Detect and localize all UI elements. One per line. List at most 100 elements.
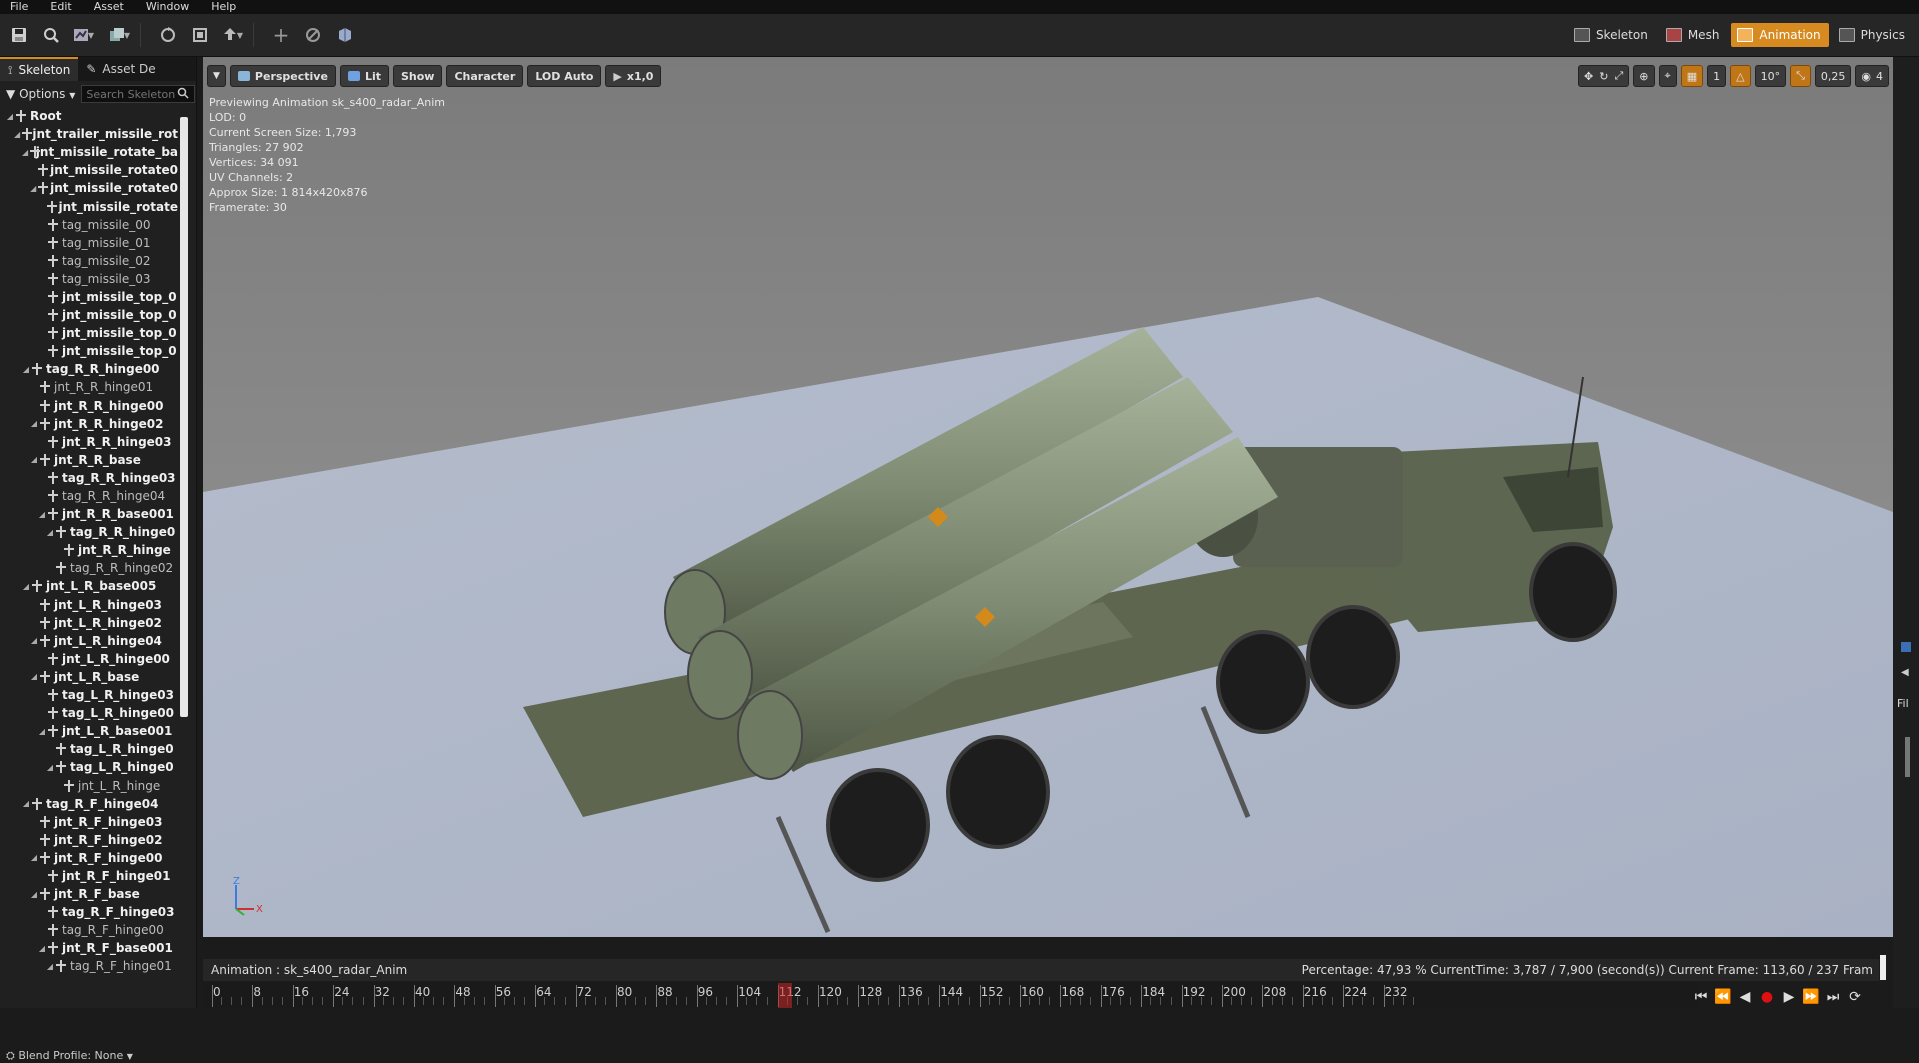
tree-node[interactable]: ◢ tag_L_R_hinge0 — [0, 758, 178, 776]
expand-arrow-icon[interactable]: ◢ — [22, 799, 30, 808]
tree-node[interactable]: ◢ jnt_R_F_base001 — [0, 939, 178, 957]
make-static-mesh-icon[interactable] — [332, 22, 358, 48]
apply-compression-icon[interactable] — [187, 22, 213, 48]
tree-node[interactable]: jnt_missile_top_0 — [0, 342, 178, 360]
tree-node[interactable]: jnt_missile_top_0 — [0, 288, 178, 306]
panel-icon[interactable] — [1901, 642, 1911, 652]
coordinate-space-button[interactable]: ⊕ — [1633, 65, 1655, 87]
tree-node[interactable]: jnt_R_F_hinge03 — [0, 813, 178, 831]
preview-viewport[interactable]: ▼ Perspective Lit Show Character LOD Aut… — [203, 57, 1893, 937]
scale-snap-value[interactable]: 0,25 — [1814, 65, 1852, 87]
mode-mesh-button[interactable]: Mesh — [1660, 23, 1728, 47]
rotation-snap-value[interactable]: 10° — [1754, 65, 1787, 87]
tree-node[interactable]: jnt_L_R_hinge — [0, 776, 178, 794]
tree-node[interactable]: jnt_L_R_hinge02 — [0, 614, 178, 632]
move-icon[interactable]: ✥ — [1584, 70, 1593, 83]
tree-node[interactable]: tag_missile_00 — [0, 216, 178, 234]
tree-node[interactable]: tag_R_F_hinge00 — [0, 921, 178, 939]
timeline-scrollbar[interactable] — [1880, 955, 1886, 980]
tree-node[interactable]: ◢ tag_R_R_hinge0 — [0, 523, 178, 541]
tree-node[interactable]: ◢ jnt_L_R_base001 — [0, 722, 178, 740]
menu-edit[interactable]: Edit — [40, 0, 83, 14]
tree-node[interactable]: tag_missile_03 — [0, 270, 178, 288]
tree-node[interactable]: tag_missile_01 — [0, 234, 178, 252]
tree-node[interactable]: tag_L_R_hinge0 — [0, 740, 178, 758]
lit-button[interactable]: Lit — [339, 65, 389, 87]
tree-node[interactable]: tag_missile_02 — [0, 252, 178, 270]
transform-tools-group[interactable]: ✥ ↻ ⤢ — [1578, 65, 1630, 87]
viewport-options-button[interactable]: ▼ — [207, 65, 226, 87]
scale-snap-toggle[interactable]: ⤡ — [1790, 65, 1811, 87]
expand-arrow-icon[interactable]: ◢ — [46, 528, 54, 537]
right-panel-scrollbar[interactable] — [1905, 737, 1910, 777]
options-dropdown[interactable]: ▼ Options ▼ — [6, 87, 75, 101]
mode-animation-button[interactable]: Animation — [1731, 23, 1829, 47]
play-reverse-icon[interactable]: ◀ — [1734, 989, 1756, 1005]
add-icon[interactable]: + — [268, 22, 294, 48]
grid-snap-value[interactable]: 1 — [1707, 65, 1727, 87]
tree-node[interactable]: ◢ tag_R_F_hinge01 — [0, 957, 178, 975]
step-forward-icon[interactable]: ⏩ — [1800, 989, 1822, 1005]
expand-arrow-icon[interactable]: ◢ — [38, 727, 46, 736]
timeline-ruler[interactable]: 0816243240485664728088961041121201281361… — [203, 983, 1698, 1008]
step-back-icon[interactable]: ⏪ — [1712, 989, 1734, 1005]
show-button[interactable]: Show — [392, 65, 443, 87]
tree-node[interactable]: ◢ jnt_R_R_base — [0, 451, 178, 469]
save-icon[interactable] — [6, 22, 32, 48]
tree-node[interactable]: jnt_R_F_hinge01 — [0, 867, 178, 885]
chevron-down-icon[interactable]: ▼ — [124, 31, 130, 40]
find-in-content-browser-icon[interactable] — [38, 22, 64, 48]
tree-node[interactable]: jnt_missile_top_0 — [0, 306, 178, 324]
expand-arrow-icon[interactable]: ◢ — [30, 184, 36, 193]
expand-arrow-icon[interactable]: ◢ — [30, 890, 38, 899]
scale-icon[interactable]: ⤢ — [1614, 69, 1623, 83]
expand-arrow-icon[interactable]: ◀ — [1901, 667, 1909, 678]
tree-node[interactable]: jnt_R_R_hinge03 — [0, 433, 178, 451]
loop-icon[interactable]: ⟳ — [1844, 989, 1866, 1005]
create-asset-icon[interactable]: ▼ — [106, 22, 132, 48]
rotate-icon[interactable]: ↻ — [1599, 70, 1608, 83]
tree-node[interactable]: tag_L_R_hinge00 — [0, 704, 178, 722]
tree-node[interactable]: jnt_R_R_hinge01 — [0, 378, 178, 396]
character-button[interactable]: Character — [446, 65, 524, 87]
expand-arrow-icon[interactable]: ◢ — [30, 672, 38, 681]
playback-speed-button[interactable]: ▶ x1,0 — [605, 65, 662, 87]
skeleton-tree-scrollbar[interactable] — [180, 117, 188, 717]
expand-arrow-icon[interactable]: ◢ — [22, 582, 30, 591]
tree-node[interactable]: ◢ jnt_L_R_base — [0, 668, 178, 686]
animation-asset-icon[interactable]: ▼ — [70, 22, 96, 48]
tree-node[interactable]: tag_L_R_hinge03 — [0, 686, 178, 704]
record-icon[interactable]: ● — [1756, 989, 1778, 1005]
expand-arrow-icon[interactable]: ◢ — [38, 944, 46, 953]
tree-node[interactable]: tag_R_R_hinge02 — [0, 559, 178, 577]
tree-node[interactable]: ◢ tag_R_R_hinge00 — [0, 360, 178, 378]
lod-button[interactable]: LOD Auto — [527, 65, 602, 87]
tree-node[interactable]: ◢ tag_R_F_hinge04 — [0, 795, 178, 813]
tree-node[interactable]: tag_R_R_hinge04 — [0, 487, 178, 505]
tree-node[interactable]: jnt_missile_top_0 — [0, 324, 178, 342]
menu-asset[interactable]: Asset — [84, 0, 136, 14]
tree-node[interactable]: ◢ jnt_L_R_hinge04 — [0, 632, 178, 650]
tree-node[interactable]: jnt_R_F_hinge0 — [0, 976, 178, 978]
mode-physics-button[interactable]: Physics — [1833, 23, 1913, 47]
tree-node[interactable]: tag_R_F_hinge03 — [0, 903, 178, 921]
menu-file[interactable]: File — [0, 0, 40, 14]
perspective-button[interactable]: Perspective — [229, 65, 336, 87]
tree-node[interactable]: jnt_missile_rotate0 — [0, 161, 178, 179]
skip-to-start-icon[interactable]: ⏮ — [1690, 989, 1712, 1005]
expand-arrow-icon[interactable]: ◢ — [30, 455, 38, 464]
reimport-icon[interactable] — [155, 22, 181, 48]
mode-skeleton-button[interactable]: Skeleton — [1568, 23, 1656, 47]
tree-node[interactable]: tag_R_R_hinge03 — [0, 469, 178, 487]
tree-node[interactable]: ◢ Root — [0, 107, 178, 125]
camera-speed-button[interactable]: ◉ 4 — [1855, 65, 1889, 87]
skip-to-end-icon[interactable]: ⏭ — [1822, 989, 1844, 1005]
tree-node[interactable]: ◢ jnt_R_F_hinge00 — [0, 849, 178, 867]
tab-skeleton[interactable]: ⟟ Skeleton — [0, 57, 79, 81]
menu-help[interactable]: Help — [201, 0, 248, 14]
export-asset-icon[interactable]: ▼ — [219, 22, 245, 48]
tree-node[interactable]: ◢ jnt_missile_rotate_ba — [0, 143, 178, 161]
tree-node[interactable]: jnt_L_R_hinge00 — [0, 650, 178, 668]
tree-node[interactable]: ◢ jnt_R_R_hinge02 — [0, 415, 178, 433]
expand-arrow-icon[interactable]: ◢ — [6, 112, 14, 121]
